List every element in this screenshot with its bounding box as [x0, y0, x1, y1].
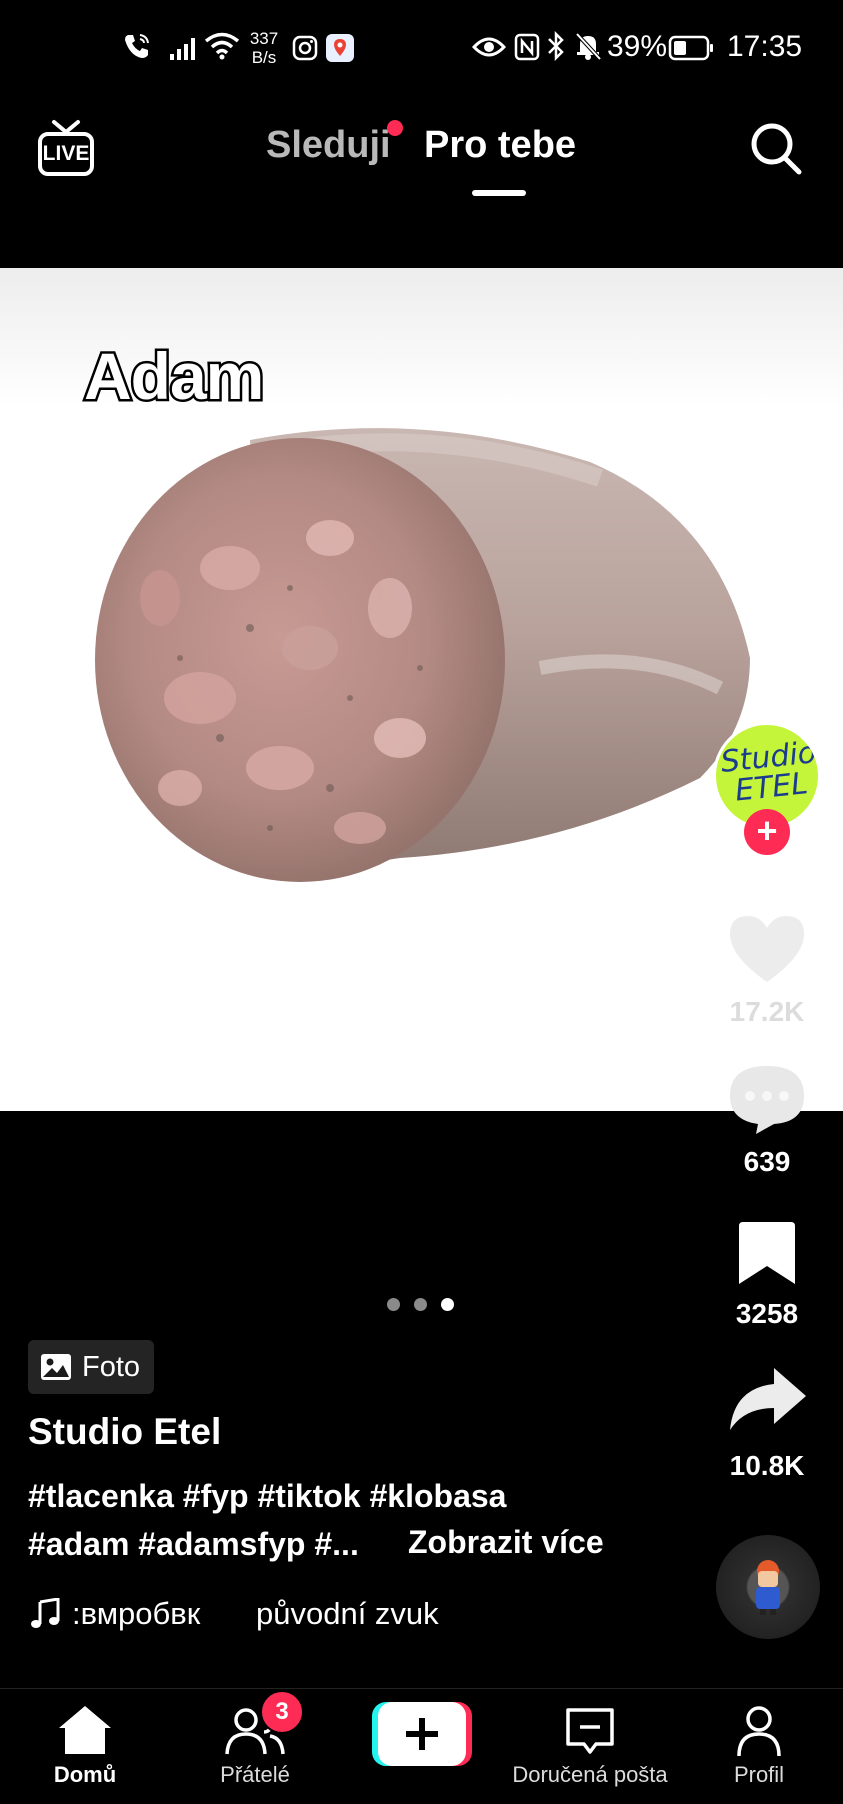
net-speed: 337 B/s — [244, 29, 284, 67]
music-note-icon — [31, 1598, 60, 1628]
like-count: 17.2K — [729, 996, 805, 1027]
live-button[interactable]: LIVE — [36, 118, 96, 180]
bluetooth-icon — [548, 31, 564, 61]
inbox-icon — [566, 1708, 614, 1754]
share-arrow-icon[interactable] — [728, 1366, 808, 1432]
plus-icon — [406, 1718, 438, 1750]
tab-following[interactable]: Sleduji — [266, 124, 391, 167]
mute-bell-icon — [575, 32, 602, 61]
nav-inbox[interactable]: Doručená pošta — [500, 1700, 680, 1796]
comment-icon[interactable] — [726, 1062, 808, 1136]
nav-friends-label: Přátelé — [220, 1762, 290, 1787]
music-disc[interactable] — [716, 1535, 820, 1639]
nav-home[interactable]: Domů — [40, 1700, 130, 1796]
battery-icon — [668, 35, 713, 61]
wifi-icon — [204, 32, 240, 60]
hashtags-line-2[interactable]: #adam #adamsfyp #... — [28, 1526, 359, 1563]
comment-count: 639 — [743, 1146, 791, 1177]
wifi-calling-icon — [125, 34, 149, 58]
music-marquee[interactable]: původní zvuk — [256, 1596, 452, 1632]
friends-badge: 3 — [260, 1690, 304, 1734]
music-avatar-icon — [756, 1560, 780, 1615]
photo-icon — [41, 1354, 71, 1380]
carousel-dot-3[interactable] — [441, 1298, 454, 1311]
maps-app-icon — [326, 34, 354, 62]
music-title-right: původní zvuk — [256, 1596, 439, 1631]
signal-icon — [170, 38, 195, 60]
live-label: LIVE — [42, 142, 90, 165]
battery-percent: 39% — [607, 30, 668, 63]
profile-icon — [737, 1706, 781, 1757]
avatar-handwriting: Studio ETEL — [719, 735, 818, 809]
author-name[interactable]: Studio Etel — [28, 1411, 221, 1453]
nav-profile[interactable]: Profil — [714, 1700, 804, 1796]
nav-home-label: Domů — [53, 1762, 117, 1787]
clock: 17:35 — [727, 30, 803, 63]
follow-button[interactable]: + — [744, 809, 790, 855]
media-type-badge: Foto — [28, 1340, 155, 1394]
media-type-label: Foto — [82, 1350, 141, 1383]
save-count: 3258 — [735, 1298, 799, 1329]
see-more-link[interactable]: Zobrazit více — [408, 1524, 604, 1561]
search-icon[interactable] — [748, 120, 804, 178]
instagram-icon — [292, 35, 318, 61]
tab-for-you[interactable]: Pro tebe — [424, 124, 576, 167]
nfc-icon — [514, 33, 540, 61]
like-heart-icon[interactable] — [726, 912, 808, 986]
nav-profile-label: Profil — [733, 1762, 785, 1787]
tab-active-indicator — [472, 190, 526, 196]
home-icon — [59, 1706, 111, 1754]
create-button[interactable] — [372, 1702, 472, 1766]
post-photo[interactable]: Adam — [0, 268, 843, 1111]
share-count: 10.8K — [729, 1450, 805, 1481]
new-content-dot — [387, 120, 403, 136]
hashtags-line-1[interactable]: #tlacenka #fyp #tiktok #klobasa — [28, 1478, 506, 1515]
nav-inbox-label: Doručená pošta — [512, 1762, 668, 1787]
carousel-dot-1[interactable] — [387, 1298, 400, 1311]
status-bar: 337 B/s 39% 17:35 — [0, 0, 843, 90]
music-title-left[interactable]: :вмробвк — [72, 1596, 200, 1632]
carousel-dot-2[interactable] — [414, 1298, 427, 1311]
photo-caption: Adam — [81, 337, 266, 416]
net-speed-value: 337 — [249, 29, 279, 48]
bookmark-icon[interactable] — [735, 1220, 799, 1288]
eye-comfort-icon — [472, 37, 506, 57]
net-speed-unit: B/s — [251, 48, 277, 67]
